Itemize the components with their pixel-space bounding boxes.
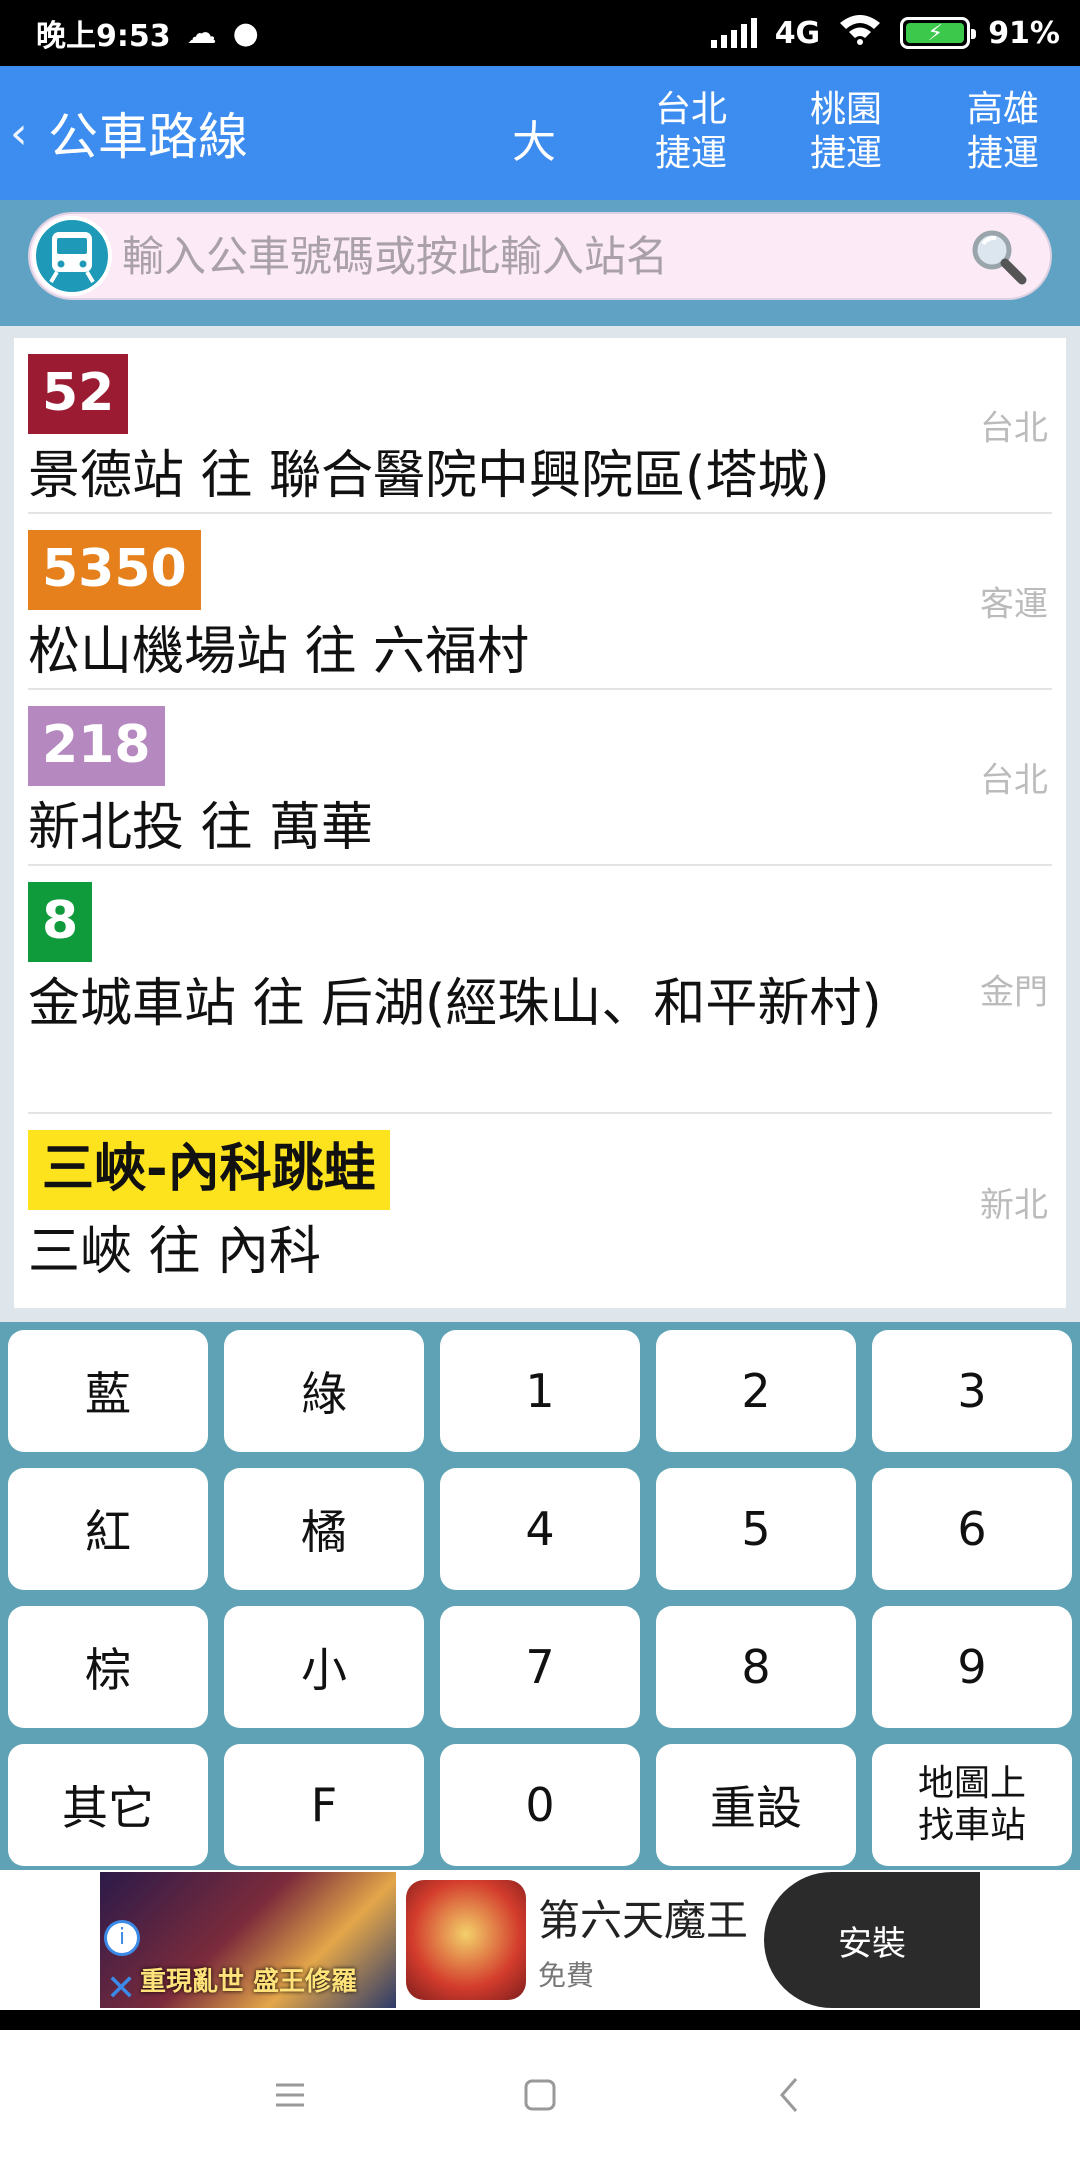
route-row[interactable]: 52 景德站 往 聯合醫院中興院區(塔城) 台北 xyxy=(28,338,1052,514)
bus-icon xyxy=(32,216,112,296)
back-nav-icon[interactable] xyxy=(770,2075,810,2115)
key-brown[interactable]: 棕 xyxy=(8,1606,208,1728)
notification-icon: ● xyxy=(232,15,259,51)
battery-icon: ⚡ xyxy=(900,17,977,49)
key-7[interactable]: 7 xyxy=(440,1606,640,1728)
battery-percent: 91% xyxy=(988,15,1060,51)
key-4[interactable]: 4 xyxy=(440,1468,640,1590)
cloud-icon: ☁ xyxy=(186,15,217,51)
ad-banner[interactable]: 重現亂世 盛王修羅 第六天魔王 免費 安裝 xyxy=(100,1872,980,2008)
key-f[interactable]: F xyxy=(224,1744,424,1866)
route-region: 客運 xyxy=(980,584,1048,625)
route-list: 52 景德站 往 聯合醫院中興院區(塔城) 台北 5350 松山機場站 往 六福… xyxy=(14,338,1066,1308)
ad-price: 免費 xyxy=(538,1958,595,1992)
network-type: 4G xyxy=(774,15,821,51)
route-keypad: 藍 綠 1 2 3 紅 橘 4 5 6 棕 小 7 8 9 其它 F 0 重設 … xyxy=(0,1322,1080,1870)
key-9[interactable]: 9 xyxy=(872,1606,1072,1728)
route-row[interactable]: 8 金城車站 往 后湖(經珠山、和平新村) 金門 xyxy=(28,866,1052,1114)
route-region: 台北 xyxy=(980,408,1048,449)
key-red[interactable]: 紅 xyxy=(8,1468,208,1590)
kaohsiung-metro-button[interactable]: 高雄 捷運 xyxy=(948,88,1058,176)
home-icon[interactable] xyxy=(520,2075,560,2115)
menu-icon[interactable] xyxy=(270,2075,310,2115)
divider xyxy=(0,2010,1080,2030)
ad-app-name[interactable]: 第六天魔王 xyxy=(538,1887,748,1948)
route-number-badge: 5350 xyxy=(28,530,201,610)
search-icon[interactable] xyxy=(968,226,1028,286)
route-region: 金門 xyxy=(980,972,1048,1013)
route-destination: 新北投 往 萬華 xyxy=(28,798,374,858)
route-number-badge: 8 xyxy=(28,882,93,962)
ad-game-image[interactable]: 重現亂世 盛王修羅 xyxy=(100,1872,396,2008)
key-blue[interactable]: 藍 xyxy=(8,1330,208,1452)
taipei-metro-button[interactable]: 台北 捷運 xyxy=(636,88,746,176)
route-row[interactable]: 5350 松山機場站 往 六福村 客運 xyxy=(28,514,1052,690)
status-time: 晚上9:53 xyxy=(36,19,171,54)
key-map-find-station[interactable]: 地圖上 找車站 xyxy=(872,1744,1072,1866)
key-reset[interactable]: 重設 xyxy=(656,1744,856,1866)
key-other[interactable]: 其它 xyxy=(8,1744,208,1866)
key-5[interactable]: 5 xyxy=(656,1468,856,1590)
route-destination: 三峽 往 內科 xyxy=(28,1222,322,1282)
ad-image-caption: 重現亂世 盛王修羅 xyxy=(140,1967,358,1997)
route-destination: 景德站 往 聯合醫院中興院區(塔城) xyxy=(28,446,830,506)
ad-info-icon[interactable]: i xyxy=(104,1920,140,1956)
key-2[interactable]: 2 xyxy=(656,1330,856,1452)
route-number-badge: 52 xyxy=(28,354,129,434)
ad-banner-area: 重現亂世 盛王修羅 第六天魔王 免費 安裝 i ✕ xyxy=(0,1870,1080,2010)
route-region: 新北 xyxy=(980,1185,1048,1226)
search-box[interactable] xyxy=(28,212,1052,300)
key-6[interactable]: 6 xyxy=(872,1468,1072,1590)
key-small[interactable]: 小 xyxy=(224,1606,424,1728)
taoyuan-metro-button[interactable]: 桃園 捷運 xyxy=(791,88,901,176)
font-size-toggle[interactable]: 大 xyxy=(512,106,556,170)
signal-icon xyxy=(710,18,757,48)
key-0[interactable]: 0 xyxy=(440,1744,640,1866)
app-bar: ‹ 公車路線 大 台北 捷運 桃園 捷運 高雄 捷運 xyxy=(0,66,1080,200)
page-title: 公車路線 xyxy=(48,108,248,166)
search-bar-area xyxy=(0,200,1080,326)
search-input[interactable] xyxy=(122,231,968,281)
route-number-badge: 218 xyxy=(28,706,165,786)
route-region: 台北 xyxy=(980,760,1048,801)
key-8[interactable]: 8 xyxy=(656,1606,856,1728)
route-number-badge: 三峽-內科跳蛙 xyxy=(28,1130,390,1210)
key-1[interactable]: 1 xyxy=(440,1330,640,1452)
back-icon[interactable]: ‹ xyxy=(0,108,44,159)
route-destination: 松山機場站 往 六福村 xyxy=(28,622,530,682)
key-orange[interactable]: 橘 xyxy=(224,1468,424,1590)
ad-app-icon[interactable] xyxy=(406,1880,526,2000)
route-row[interactable]: 三峽-內科跳蛙 三峽 往 內科 新北 xyxy=(28,1114,1052,1290)
key-green[interactable]: 綠 xyxy=(224,1330,424,1452)
route-row[interactable]: 218 新北投 往 萬華 台北 xyxy=(28,690,1052,866)
route-destination: 金城車站 往 后湖(經珠山、和平新村) xyxy=(28,974,882,1034)
system-nav-bar xyxy=(0,2030,1080,2160)
key-3[interactable]: 3 xyxy=(872,1330,1072,1452)
ad-close-icon[interactable]: ✕ xyxy=(106,1968,136,2009)
status-bar: 晚上9:53 ☁ ● 4G ⚡ 91% xyxy=(0,0,1080,66)
wifi-icon xyxy=(838,13,882,53)
route-list-area: 52 景德站 往 聯合醫院中興院區(塔城) 台北 5350 松山機場站 往 六福… xyxy=(0,326,1080,1322)
ad-install-button[interactable]: 安裝 xyxy=(764,1872,980,2008)
